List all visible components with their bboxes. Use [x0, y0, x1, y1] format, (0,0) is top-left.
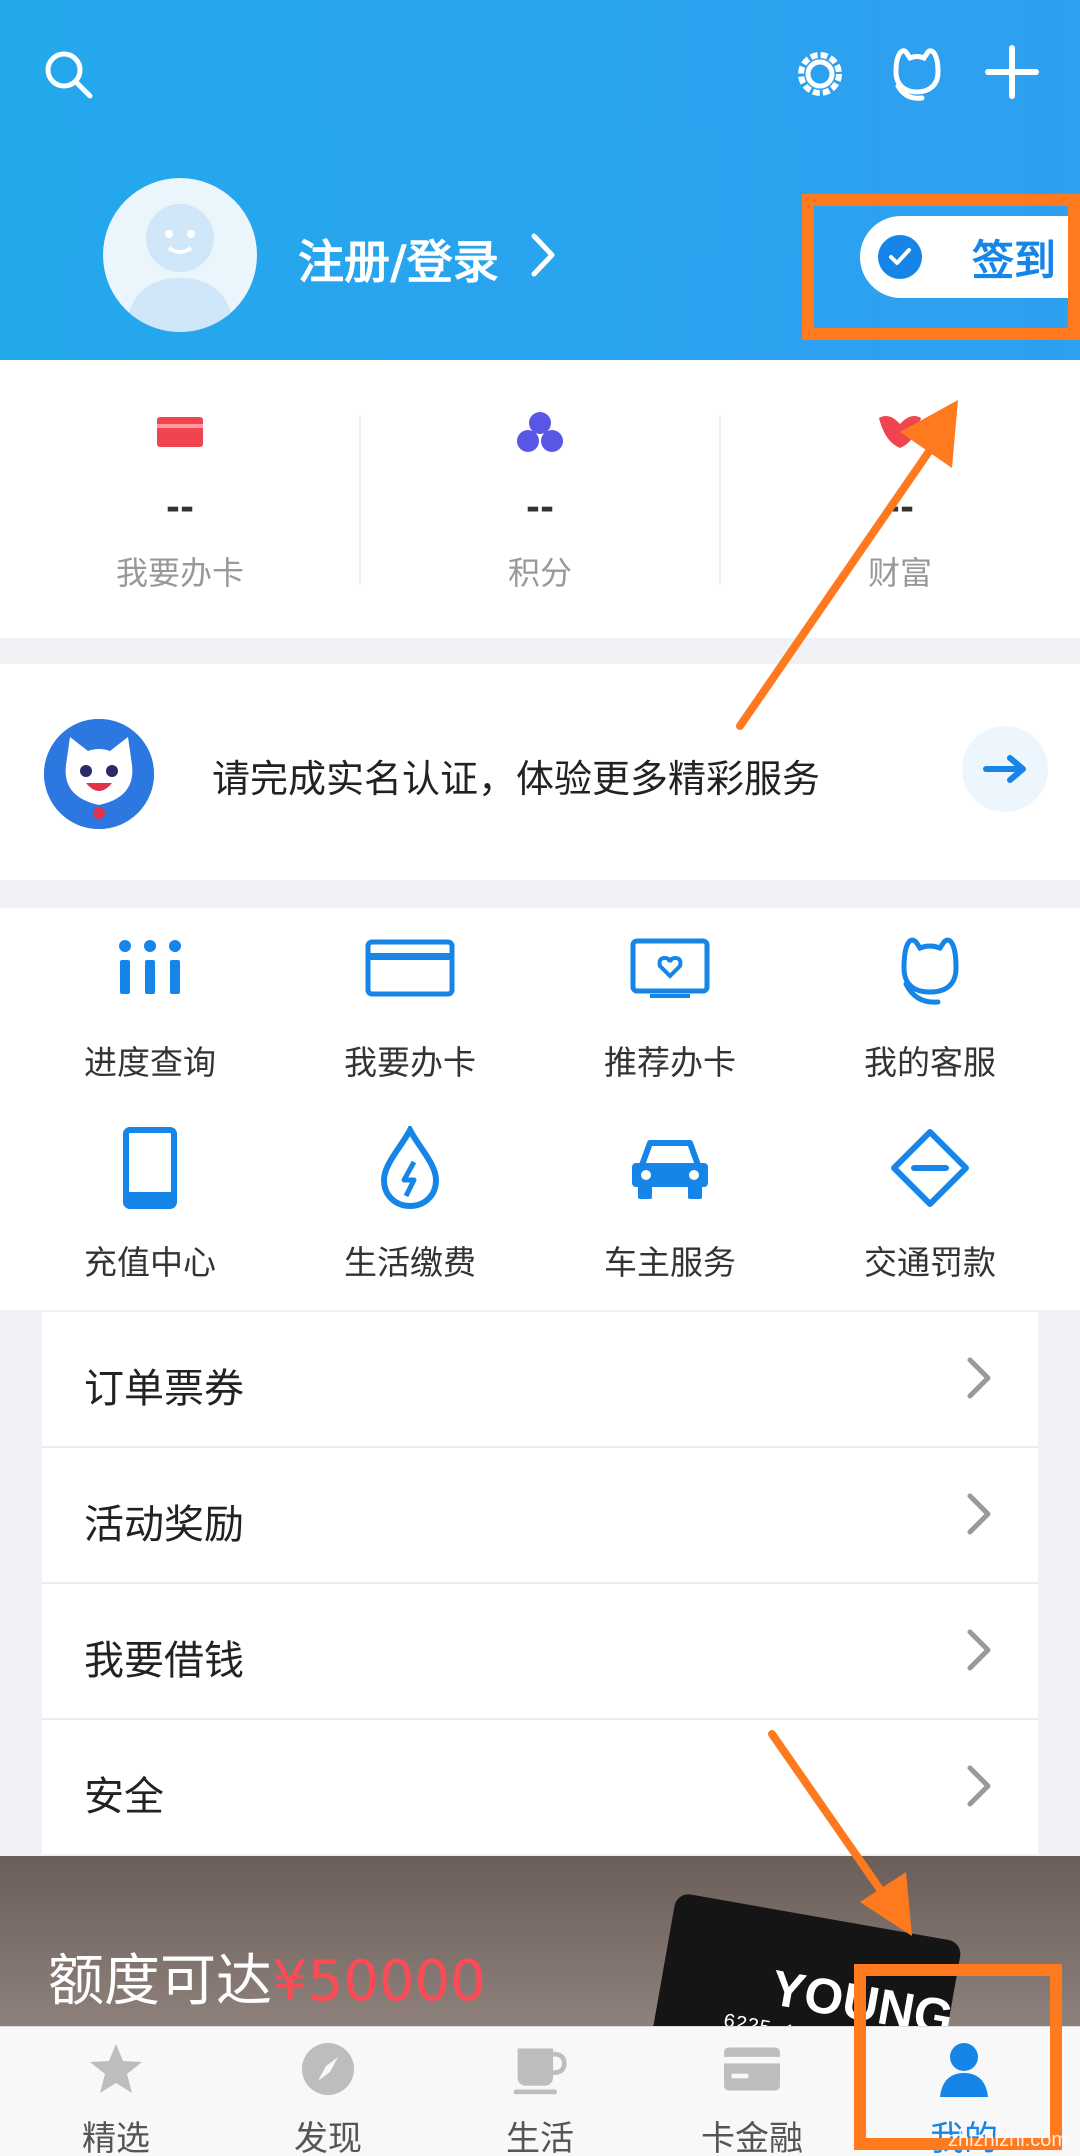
annotation-arrows — [736, 400, 958, 1936]
watermark: zhizhizhi.com — [947, 2129, 1068, 2151]
